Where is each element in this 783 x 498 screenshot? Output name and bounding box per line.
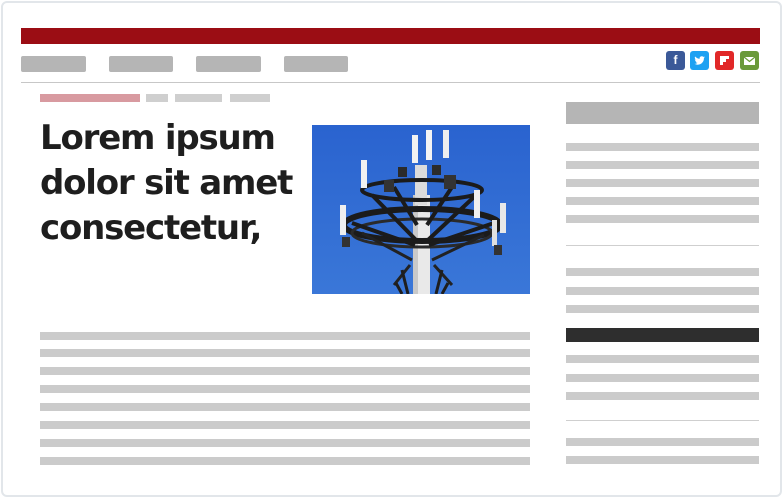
sidebar-text-line[interactable] — [566, 287, 759, 295]
sidebar-text-line[interactable] — [566, 456, 759, 464]
sidebar-text-line[interactable] — [566, 305, 759, 313]
site-header-bar — [21, 28, 760, 44]
article-text-line — [40, 457, 530, 465]
sidebar-divider — [566, 420, 759, 421]
email-icon[interactable] — [740, 51, 759, 70]
breadcrumb-item[interactable] — [175, 94, 222, 102]
sidebar-text-line[interactable] — [566, 215, 759, 223]
sidebar-text-line[interactable] — [566, 392, 759, 400]
sidebar-divider — [566, 245, 759, 246]
article-photo-cell-tower — [312, 125, 530, 294]
cell-tower-illustration — [312, 125, 530, 294]
envelope-glyph — [743, 56, 756, 65]
header-divider — [21, 82, 760, 83]
twitter-icon[interactable] — [690, 51, 709, 70]
sidebar-text-line[interactable] — [566, 197, 759, 205]
sidebar-text-line[interactable] — [566, 143, 759, 151]
sidebar-text-line[interactable] — [566, 268, 759, 276]
sidebar-text-line[interactable] — [566, 438, 759, 446]
breadcrumb-item[interactable] — [146, 94, 168, 102]
sidebar-text-line[interactable] — [566, 179, 759, 187]
sidebar-text-line[interactable] — [566, 374, 759, 382]
sidebar-text-line[interactable] — [566, 355, 759, 363]
nav-item-2[interactable] — [109, 56, 173, 72]
sidebar-section-heading — [566, 328, 759, 342]
article-text-line — [40, 403, 530, 411]
article-headline: Lorem ipsum dolor sit amet consectetur, — [40, 118, 293, 248]
breadcrumb-item[interactable] — [230, 94, 270, 102]
flipboard-icon[interactable] — [715, 51, 734, 70]
flipboard-glyph — [720, 56, 729, 65]
facebook-icon[interactable]: f — [666, 51, 685, 70]
article-text-line — [40, 385, 530, 393]
twitter-bird-glyph — [694, 56, 705, 65]
article-text-line — [40, 332, 530, 340]
sidebar-text-line[interactable] — [566, 161, 759, 169]
article-text-line — [40, 439, 530, 447]
nav-item-3[interactable] — [196, 56, 261, 72]
sidebar-heading — [566, 102, 759, 124]
article-text-line — [40, 367, 530, 375]
nav-item-1[interactable] — [21, 56, 86, 72]
nav-item-4[interactable] — [284, 56, 348, 72]
breadcrumb-category[interactable] — [40, 94, 140, 102]
article-text-line — [40, 349, 530, 357]
article-text-line — [40, 421, 530, 429]
